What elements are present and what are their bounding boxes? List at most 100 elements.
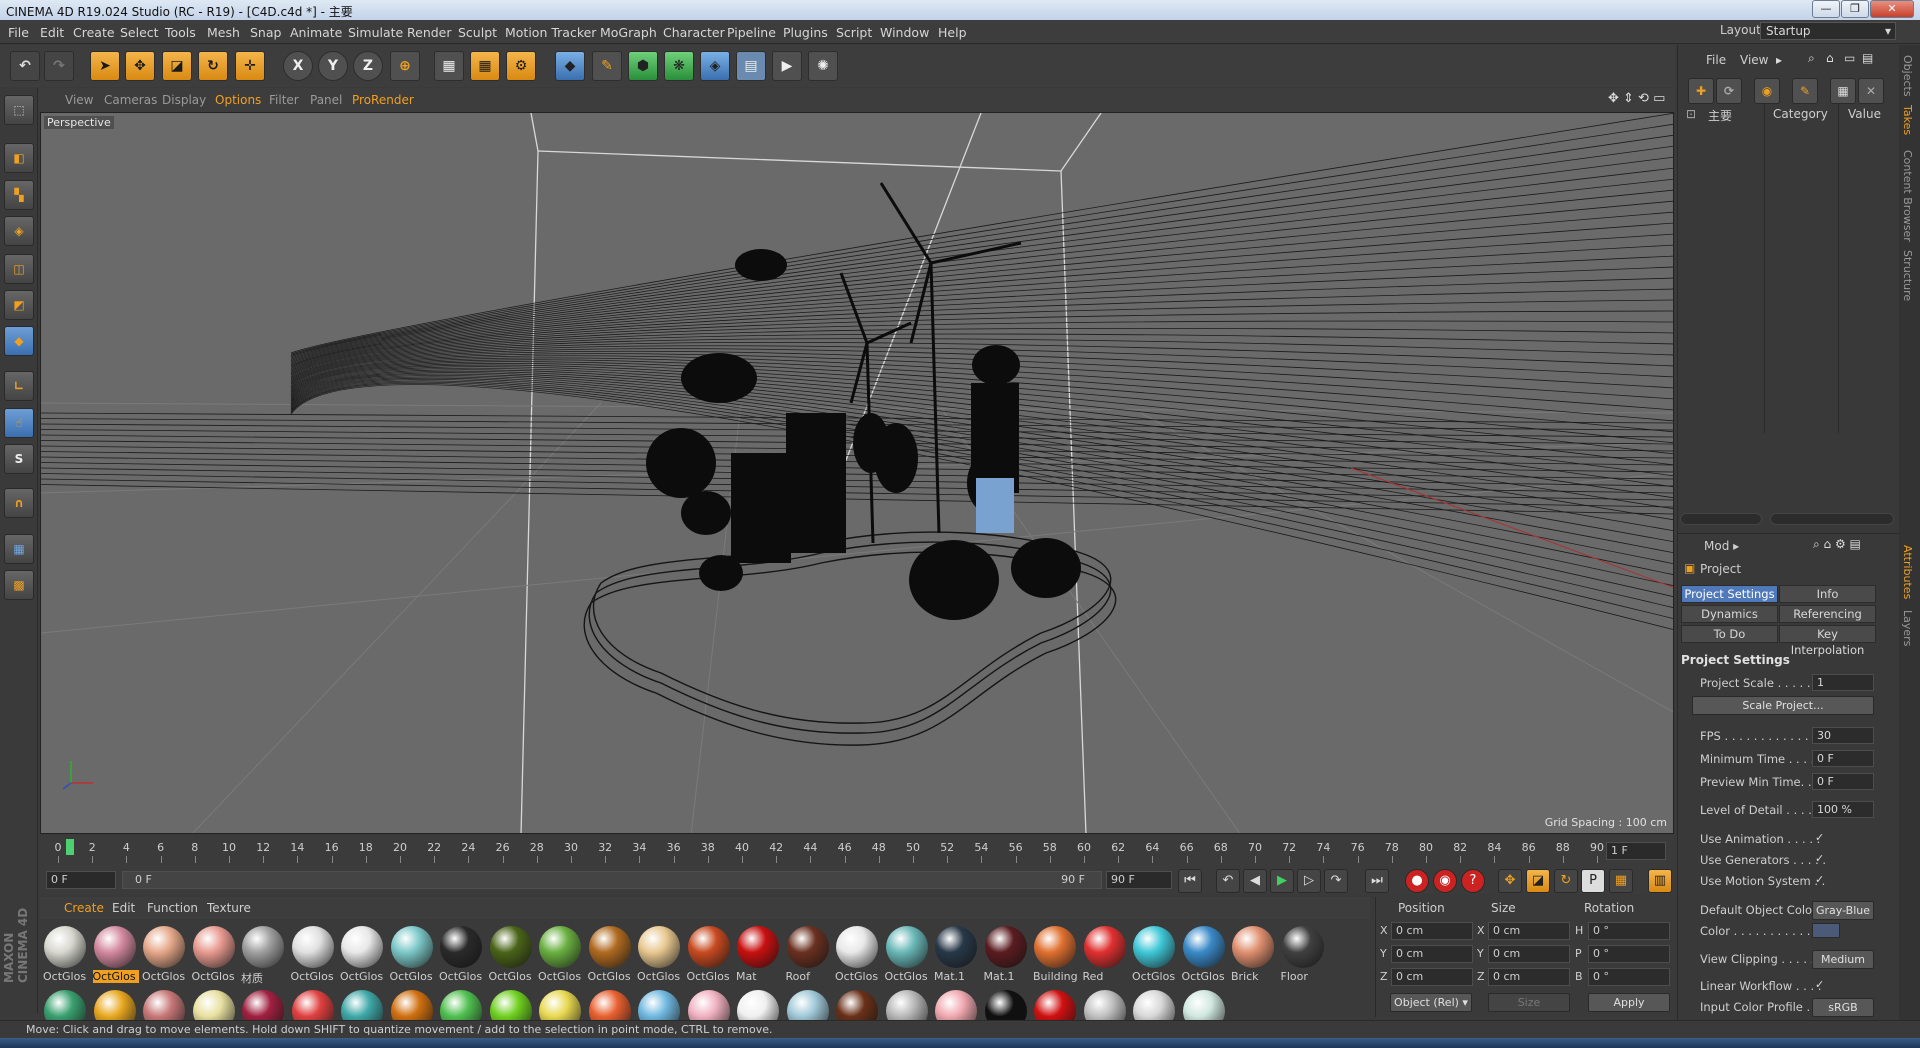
- start-frame-field[interactable]: 0 F: [46, 871, 116, 889]
- viewport-menu-options[interactable]: Options: [215, 93, 261, 107]
- menu-motion-tracker[interactable]: Motion Tracker: [505, 25, 596, 40]
- objects-menu-view[interactable]: View: [1740, 53, 1768, 67]
- attributes-mode-menu[interactable]: Mod ▸: [1704, 539, 1739, 553]
- menu-animate[interactable]: Animate: [290, 25, 342, 40]
- menu-tools[interactable]: Tools: [165, 25, 196, 40]
- side-tab-structure[interactable]: Structure: [1901, 250, 1914, 301]
- use-animation-checkbox[interactable]: ✓: [1815, 831, 1824, 844]
- render-settings-icon[interactable]: ⚙: [506, 51, 536, 81]
- side-tab-objects[interactable]: Objects: [1901, 55, 1914, 97]
- material-item[interactable]: OctGlos: [1131, 924, 1177, 986]
- previous-key-icon[interactable]: ↶: [1216, 869, 1240, 893]
- material-item[interactable]: OctGlos: [290, 924, 336, 986]
- subdivision-icon[interactable]: ⬢: [628, 51, 658, 81]
- render-settings-take-icon[interactable]: ▦: [1830, 78, 1856, 104]
- viewport-menu-display[interactable]: Display: [162, 93, 206, 107]
- menu-edit[interactable]: Edit: [40, 25, 64, 40]
- tab-info[interactable]: Info: [1779, 585, 1876, 603]
- menu-pipeline[interactable]: Pipeline: [727, 25, 776, 40]
- scale-project-button[interactable]: Scale Project...: [1692, 696, 1874, 715]
- material-menu-create[interactable]: Create: [64, 901, 104, 915]
- root-take-label[interactable]: 主要: [1708, 107, 1732, 124]
- close-button[interactable]: ✕: [1870, 0, 1914, 18]
- menu-create[interactable]: Create: [73, 25, 115, 40]
- size-x-field[interactable]: 0 cm: [1488, 922, 1570, 940]
- frame-range-slider[interactable]: 0 F 90 F: [122, 871, 1102, 889]
- points-mode-icon[interactable]: ◫: [4, 254, 34, 284]
- edges-mode-icon[interactable]: ◩: [4, 290, 34, 320]
- menu-file[interactable]: File: [8, 25, 29, 40]
- material-item[interactable]: OctGlos: [92, 924, 139, 986]
- timeline-playhead[interactable]: [66, 839, 74, 855]
- menu-select[interactable]: Select: [120, 25, 159, 40]
- chevron-right-icon[interactable]: ▸: [1776, 53, 1782, 67]
- keyframe-selection-icon[interactable]: ?: [1461, 869, 1485, 893]
- autokeying-icon[interactable]: ◉: [1433, 869, 1457, 893]
- viewport-menu-filter[interactable]: Filter: [269, 93, 299, 107]
- solo-mode-icon[interactable]: S: [4, 444, 34, 474]
- record-active-icon[interactable]: ●: [1405, 869, 1429, 893]
- viewport-menu-view[interactable]: View: [65, 93, 93, 107]
- category-column-header[interactable]: Category: [1773, 107, 1828, 121]
- cloner-icon[interactable]: ❋: [664, 51, 694, 81]
- tab-to-do[interactable]: To Do: [1681, 625, 1778, 643]
- take-add-icon[interactable]: ✚: [1688, 78, 1714, 104]
- preview-min-time-field[interactable]: 0 F: [1812, 773, 1874, 790]
- panel-menu-icon[interactable]: ▤: [1862, 51, 1873, 65]
- material-item[interactable]: Mat: [735, 924, 781, 986]
- menu-window[interactable]: Window: [880, 25, 929, 40]
- objects-menu-file[interactable]: File: [1706, 53, 1726, 67]
- minimum-time-field[interactable]: 0 F: [1812, 750, 1874, 767]
- side-tab-content-browser[interactable]: Content Browser: [1901, 150, 1914, 242]
- scale-icon[interactable]: ◪: [162, 51, 192, 81]
- pos-y-field[interactable]: 0 cm: [1391, 945, 1473, 963]
- z-axis-lock-button[interactable]: Z: [353, 51, 383, 81]
- coordinate-system-icon[interactable]: ⊕: [390, 51, 420, 81]
- use-motion-system-checkbox[interactable]: ✓: [1815, 873, 1824, 886]
- apply-button[interactable]: Apply: [1588, 993, 1670, 1012]
- level-of-detail-field[interactable]: 100 %: [1812, 801, 1874, 818]
- tab-key-interpolation[interactable]: Key Interpolation: [1779, 625, 1876, 657]
- size-y-field[interactable]: 0 cm: [1488, 945, 1570, 963]
- x-axis-lock-button[interactable]: X: [283, 51, 313, 81]
- new-view-icon[interactable]: ▭: [1844, 51, 1855, 65]
- tab-project-settings[interactable]: Project Settings: [1681, 585, 1778, 603]
- material-item[interactable]: OctGlos: [141, 924, 187, 986]
- color-swatch[interactable]: [1812, 923, 1840, 938]
- record-rotation-icon[interactable]: ↻: [1554, 869, 1578, 893]
- menu-script[interactable]: Script: [836, 25, 872, 40]
- rot-b-field[interactable]: 0 °: [1588, 968, 1670, 986]
- play-icon[interactable]: ▶: [1270, 869, 1294, 893]
- previous-frame-icon[interactable]: ◀: [1243, 869, 1267, 893]
- material-item[interactable]: Building: [1032, 924, 1078, 986]
- material-item[interactable]: Floor: [1280, 924, 1326, 986]
- material-item[interactable]: Mat.1: [983, 924, 1029, 986]
- next-key-icon[interactable]: ↷: [1324, 869, 1348, 893]
- search-icon[interactable]: ⌕: [1808, 51, 1815, 66]
- camera-icon[interactable]: ▶: [772, 51, 802, 81]
- move-icon[interactable]: ✥: [125, 51, 155, 81]
- record-parameter-icon[interactable]: P: [1581, 869, 1605, 893]
- size-mode-select[interactable]: Size: [1488, 993, 1570, 1012]
- lock-take-icon[interactable]: ✕: [1858, 78, 1884, 104]
- material-item[interactable]: OctGlos: [834, 924, 880, 986]
- input-color-profile-select[interactable]: sRGB: [1812, 998, 1874, 1017]
- side-tab-takes[interactable]: Takes: [1901, 105, 1914, 135]
- viewport-perspective[interactable]: Perspective Grid Spacing : 100 cm: [40, 112, 1674, 834]
- tab-referencing[interactable]: Referencing: [1779, 605, 1876, 623]
- value-column-header[interactable]: Value: [1848, 107, 1881, 121]
- recent-tool-icon[interactable]: ✛: [235, 51, 265, 81]
- current-frame-field[interactable]: 1 F: [1606, 842, 1666, 860]
- viewport-menu-cameras[interactable]: Cameras: [104, 93, 157, 107]
- pos-z-field[interactable]: 0 cm: [1391, 968, 1473, 986]
- coordinate-mode-select[interactable]: Object (Rel) ▾: [1390, 993, 1472, 1012]
- end-frame-field[interactable]: 90 F: [1106, 871, 1172, 889]
- minimize-button[interactable]: —: [1812, 0, 1840, 18]
- menu-plugins[interactable]: Plugins: [783, 25, 828, 40]
- material-item[interactable]: OctGlos: [1181, 924, 1227, 986]
- override-group-icon[interactable]: ✎: [1792, 78, 1818, 104]
- material-item[interactable]: OctGlos: [42, 924, 88, 986]
- floor-icon[interactable]: ▤: [736, 51, 766, 81]
- tweak-mode-icon[interactable]: ☝: [4, 408, 34, 438]
- override-icon[interactable]: ◉: [1754, 78, 1780, 104]
